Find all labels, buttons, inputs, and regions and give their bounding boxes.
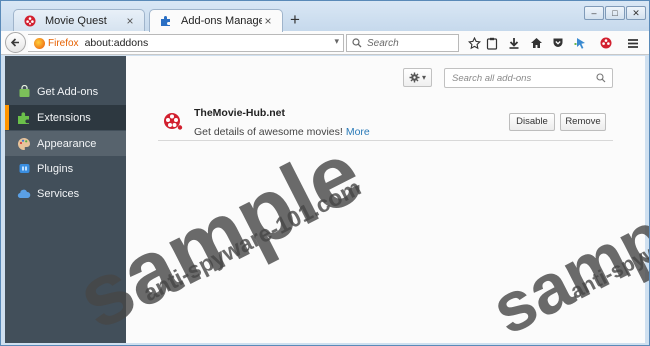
close-tab-icon[interactable]: ×: [124, 15, 136, 27]
disable-button[interactable]: Disable: [509, 113, 555, 131]
addons-list-pane: ▾ Search all add-ons TheMovie-Hub.net Ge…: [126, 56, 645, 343]
tab-title: Movie Quest: [45, 14, 107, 27]
new-tab-button[interactable]: +: [287, 11, 303, 29]
puzzle-piece-icon: [160, 15, 172, 27]
addon-description: Get details of awesome movies! More: [194, 126, 370, 138]
tab-strip: Movie Quest × Add-ons Manager × + – □ ✕: [1, 1, 649, 32]
back-button[interactable]: [5, 32, 26, 53]
addon-item-themovie-hub[interactable]: TheMovie-Hub.net Get details of awesome …: [158, 101, 613, 141]
pocket-icon[interactable]: [550, 35, 566, 51]
search-bar[interactable]: Search: [346, 34, 459, 52]
search-icon: [596, 73, 606, 83]
search-placeholder: Search: [367, 37, 399, 49]
sidebar-item-label: Appearance: [37, 137, 97, 150]
download-icon[interactable]: [506, 35, 522, 51]
sidebar-item-label: Services: [37, 187, 80, 200]
star-icon[interactable]: [466, 35, 482, 51]
category-sidebar: Get Add-ons Extensions Appearance Plugin…: [5, 56, 126, 343]
tab-title: Add-ons Manager: [181, 15, 262, 27]
close-window-button[interactable]: ✕: [626, 6, 646, 20]
film-reel-icon: [164, 113, 183, 130]
sidebar-item-label: Extensions: [37, 111, 91, 124]
cloud-icon: [17, 187, 31, 201]
url-text[interactable]: about:addons: [85, 37, 149, 49]
sidebar-item-label: Plugins: [37, 162, 74, 175]
url-bar[interactable]: Firefox about:addons ▾: [28, 34, 344, 52]
home-icon[interactable]: [528, 35, 544, 51]
menu-icon[interactable]: [625, 35, 641, 51]
more-link[interactable]: More: [346, 126, 370, 138]
palette-icon: [17, 137, 31, 151]
tab-addons-manager[interactable]: Add-ons Manager ×: [149, 9, 283, 32]
navigation-toolbar: Firefox about:addons ▾ Search: [1, 31, 649, 55]
maximize-button[interactable]: □: [605, 6, 625, 20]
remove-button[interactable]: Remove: [560, 113, 606, 131]
close-tab-icon[interactable]: ×: [262, 15, 274, 27]
addon-icon[interactable]: [598, 35, 614, 51]
search-icon: [352, 38, 362, 48]
minimize-button[interactable]: –: [584, 6, 604, 20]
sidebar-item-plugins[interactable]: Plugins: [5, 156, 126, 181]
dropdown-arrow-icon[interactable]: ▾: [334, 36, 339, 47]
browser-window: Movie Quest × Add-ons Manager × + – □ ✕ …: [0, 0, 650, 346]
chevron-down-icon: ▾: [421, 73, 426, 82]
firefox-icon: [34, 37, 45, 49]
sidebar-item-appearance[interactable]: Appearance: [5, 131, 126, 156]
sidebar-item-services[interactable]: Services: [5, 181, 126, 206]
shopping-bag-icon: [17, 85, 31, 99]
tab-movie-quest[interactable]: Movie Quest ×: [13, 9, 145, 31]
pointer-icon[interactable]: [572, 35, 588, 51]
addons-manager-page: Get Add-ons Extensions Appearance Plugin…: [1, 56, 649, 345]
back-arrow-icon: [10, 38, 19, 47]
identity-label: Firefox: [48, 37, 79, 49]
reading-list-icon[interactable]: [484, 35, 500, 51]
movie-quest-favicon: [24, 15, 36, 27]
tools-menu-button[interactable]: ▾: [403, 68, 432, 87]
plugin-icon: [17, 162, 31, 176]
search-placeholder: Search all add-ons: [452, 72, 532, 84]
addon-name: TheMovie-Hub.net: [194, 107, 285, 119]
sidebar-item-extensions[interactable]: Extensions: [5, 105, 126, 130]
puzzle-piece-icon: [17, 111, 31, 125]
sidebar-item-label: Get Add-ons: [37, 85, 99, 98]
gear-icon: [409, 72, 420, 83]
sidebar-item-get-addons[interactable]: Get Add-ons: [5, 79, 126, 104]
search-addons-input[interactable]: Search all add-ons: [444, 68, 613, 88]
